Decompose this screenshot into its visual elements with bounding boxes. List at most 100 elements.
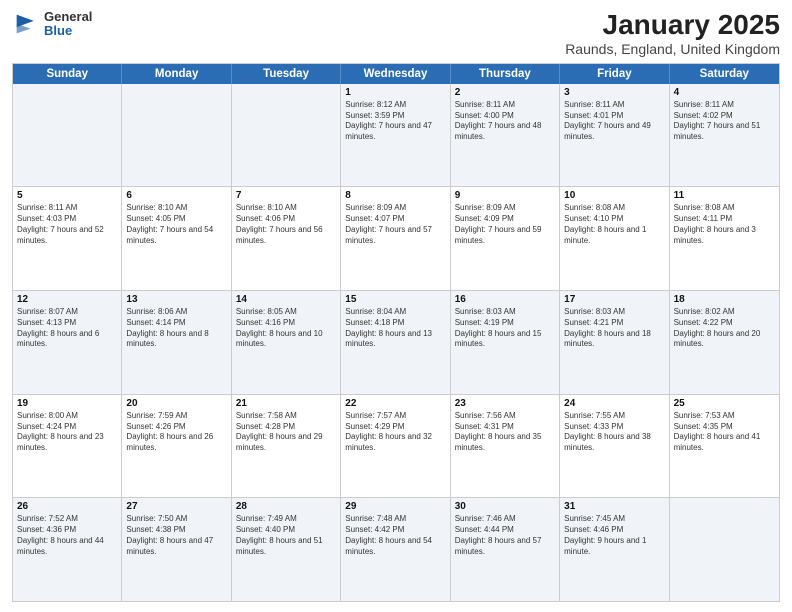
day-info: Sunrise: 7:53 AMSunset: 4:35 PMDaylight:… xyxy=(674,411,775,454)
calendar-cell: 27 Sunrise: 7:50 AMSunset: 4:38 PMDayligh… xyxy=(122,498,231,601)
day-info: Sunrise: 8:10 AMSunset: 4:06 PMDaylight:… xyxy=(236,203,336,246)
day-number: 4 xyxy=(674,87,775,98)
title-block: January 2025 Raunds, England, United Kin… xyxy=(565,10,780,57)
day-number: 26 xyxy=(17,501,117,512)
day-number: 29 xyxy=(345,501,445,512)
day-info: Sunrise: 8:08 AMSunset: 4:10 PMDaylight:… xyxy=(564,203,664,246)
logo-text: General Blue xyxy=(44,10,92,39)
day-info: Sunrise: 7:58 AMSunset: 4:28 PMDaylight:… xyxy=(236,411,336,454)
day-number: 3 xyxy=(564,87,664,98)
day-info: Sunrise: 7:50 AMSunset: 4:38 PMDaylight:… xyxy=(126,514,226,557)
calendar-cell: 24 Sunrise: 7:55 AMSunset: 4:33 PMDayligh… xyxy=(560,395,669,498)
day-number: 13 xyxy=(126,294,226,305)
day-number: 30 xyxy=(455,501,555,512)
day-number: 6 xyxy=(126,190,226,201)
calendar-cell: 16 Sunrise: 8:03 AMSunset: 4:19 PMDayligh… xyxy=(451,291,560,394)
day-number: 16 xyxy=(455,294,555,305)
header-cell-wednesday: Wednesday xyxy=(341,64,450,84)
calendar-cell: 28 Sunrise: 7:49 AMSunset: 4:40 PMDayligh… xyxy=(232,498,341,601)
day-info: Sunrise: 8:04 AMSunset: 4:18 PMDaylight:… xyxy=(345,307,445,350)
calendar-cell: 30 Sunrise: 7:46 AMSunset: 4:44 PMDayligh… xyxy=(451,498,560,601)
calendar-title: January 2025 xyxy=(565,10,780,41)
calendar-body: 1 Sunrise: 8:12 AMSunset: 3:59 PMDaylight… xyxy=(13,84,779,601)
day-number: 27 xyxy=(126,501,226,512)
calendar-subtitle: Raunds, England, United Kingdom xyxy=(565,41,780,57)
calendar-cell: 23 Sunrise: 7:56 AMSunset: 4:31 PMDayligh… xyxy=(451,395,560,498)
day-number: 28 xyxy=(236,501,336,512)
header-cell-sunday: Sunday xyxy=(13,64,122,84)
calendar-cell: 6Sunrise: 8:10 AMSunset: 4:05 PMDaylight… xyxy=(122,187,231,290)
day-number: 8 xyxy=(345,190,445,201)
calendar-week-1: 5Sunrise: 8:11 AMSunset: 4:03 PMDaylight… xyxy=(13,186,779,290)
calendar-cell: 12Sunrise: 8:07 AMSunset: 4:13 PMDayligh… xyxy=(13,291,122,394)
day-number: 1 xyxy=(345,87,445,98)
day-info: Sunrise: 7:57 AMSunset: 4:29 PMDaylight:… xyxy=(345,411,445,454)
calendar-cell xyxy=(13,84,122,187)
calendar-week-2: 12Sunrise: 8:07 AMSunset: 4:13 PMDayligh… xyxy=(13,290,779,394)
calendar-cell: 9 Sunrise: 8:09 AMSunset: 4:09 PMDaylight… xyxy=(451,187,560,290)
calendar-cell: 11 Sunrise: 8:08 AMSunset: 4:11 PMDayligh… xyxy=(670,187,779,290)
day-info: Sunrise: 8:06 AMSunset: 4:14 PMDaylight:… xyxy=(126,307,226,350)
day-info: Sunrise: 8:11 AMSunset: 4:02 PMDaylight:… xyxy=(674,100,775,143)
calendar-cell: 13 Sunrise: 8:06 AMSunset: 4:14 PMDayligh… xyxy=(122,291,231,394)
day-info: Sunrise: 8:09 AMSunset: 4:07 PMDaylight:… xyxy=(345,203,445,246)
day-number: 20 xyxy=(126,398,226,409)
header-cell-friday: Friday xyxy=(560,64,669,84)
calendar-cell: 1 Sunrise: 8:12 AMSunset: 3:59 PMDaylight… xyxy=(341,84,450,187)
day-number: 10 xyxy=(564,190,664,201)
calendar-cell: 19Sunrise: 8:00 AMSunset: 4:24 PMDayligh… xyxy=(13,395,122,498)
header-cell-tuesday: Tuesday xyxy=(232,64,341,84)
day-number: 25 xyxy=(674,398,775,409)
day-number: 31 xyxy=(564,501,664,512)
day-info: Sunrise: 8:11 AMSunset: 4:03 PMDaylight:… xyxy=(17,203,117,246)
day-info: Sunrise: 8:03 AMSunset: 4:21 PMDaylight:… xyxy=(564,307,664,350)
header-cell-monday: Monday xyxy=(122,64,231,84)
logo: General Blue xyxy=(12,10,92,39)
header-cell-thursday: Thursday xyxy=(451,64,560,84)
day-number: 15 xyxy=(345,294,445,305)
day-info: Sunrise: 8:05 AMSunset: 4:16 PMDaylight:… xyxy=(236,307,336,350)
logo-blue: Blue xyxy=(44,24,92,38)
day-info: Sunrise: 7:56 AMSunset: 4:31 PMDaylight:… xyxy=(455,411,555,454)
calendar-header-row: SundayMondayTuesdayWednesdayThursdayFrid… xyxy=(13,64,779,84)
day-info: Sunrise: 8:11 AMSunset: 4:01 PMDaylight:… xyxy=(564,100,664,143)
day-info: Sunrise: 7:52 AMSunset: 4:36 PMDaylight:… xyxy=(17,514,117,557)
day-info: Sunrise: 7:59 AMSunset: 4:26 PMDaylight:… xyxy=(126,411,226,454)
day-info: Sunrise: 8:03 AMSunset: 4:19 PMDaylight:… xyxy=(455,307,555,350)
calendar-cell: 20 Sunrise: 7:59 AMSunset: 4:26 PMDayligh… xyxy=(122,395,231,498)
calendar-cell: 10 Sunrise: 8:08 AMSunset: 4:10 PMDayligh… xyxy=(560,187,669,290)
day-number: 9 xyxy=(455,190,555,201)
page: General Blue January 2025 Raunds, Englan… xyxy=(0,0,792,612)
day-info: Sunrise: 8:09 AMSunset: 4:09 PMDaylight:… xyxy=(455,203,555,246)
calendar-cell: 26 Sunrise: 7:52 AMSunset: 4:36 PMDayligh… xyxy=(13,498,122,601)
calendar-cell: 15 Sunrise: 8:04 AMSunset: 4:18 PMDayligh… xyxy=(341,291,450,394)
day-info: Sunrise: 8:08 AMSunset: 4:11 PMDaylight:… xyxy=(674,203,775,246)
day-info: Sunrise: 7:45 AMSunset: 4:46 PMDaylight:… xyxy=(564,514,664,557)
calendar-cell xyxy=(232,84,341,187)
day-number: 19 xyxy=(17,398,117,409)
day-number: 18 xyxy=(674,294,775,305)
calendar-cell: 7 Sunrise: 8:10 AMSunset: 4:06 PMDaylight… xyxy=(232,187,341,290)
calendar-cell: 2Sunrise: 8:11 AMSunset: 4:00 PMDaylight… xyxy=(451,84,560,187)
day-info: Sunrise: 7:55 AMSunset: 4:33 PMDaylight:… xyxy=(564,411,664,454)
day-info: Sunrise: 8:02 AMSunset: 4:22 PMDaylight:… xyxy=(674,307,775,350)
day-number: 14 xyxy=(236,294,336,305)
day-info: Sunrise: 8:12 AMSunset: 3:59 PMDaylight:… xyxy=(345,100,445,143)
calendar-cell: 18 Sunrise: 8:02 AMSunset: 4:22 PMDayligh… xyxy=(670,291,779,394)
generalblue-logo-icon xyxy=(12,10,40,38)
day-info: Sunrise: 7:48 AMSunset: 4:42 PMDaylight:… xyxy=(345,514,445,557)
calendar-cell: 22Sunrise: 7:57 AMSunset: 4:29 PMDayligh… xyxy=(341,395,450,498)
calendar-cell: 25 Sunrise: 7:53 AMSunset: 4:35 PMDayligh… xyxy=(670,395,779,498)
day-number: 12 xyxy=(17,294,117,305)
calendar-cell: 14 Sunrise: 8:05 AMSunset: 4:16 PMDayligh… xyxy=(232,291,341,394)
day-number: 23 xyxy=(455,398,555,409)
day-info: Sunrise: 7:49 AMSunset: 4:40 PMDaylight:… xyxy=(236,514,336,557)
calendar-cell: 21Sunrise: 7:58 AMSunset: 4:28 PMDayligh… xyxy=(232,395,341,498)
calendar-cell xyxy=(670,498,779,601)
calendar-cell: 29 Sunrise: 7:48 AMSunset: 4:42 PMDayligh… xyxy=(341,498,450,601)
day-info: Sunrise: 7:46 AMSunset: 4:44 PMDaylight:… xyxy=(455,514,555,557)
day-number: 11 xyxy=(674,190,775,201)
day-number: 7 xyxy=(236,190,336,201)
calendar-cell: 17Sunrise: 8:03 AMSunset: 4:21 PMDayligh… xyxy=(560,291,669,394)
day-number: 24 xyxy=(564,398,664,409)
